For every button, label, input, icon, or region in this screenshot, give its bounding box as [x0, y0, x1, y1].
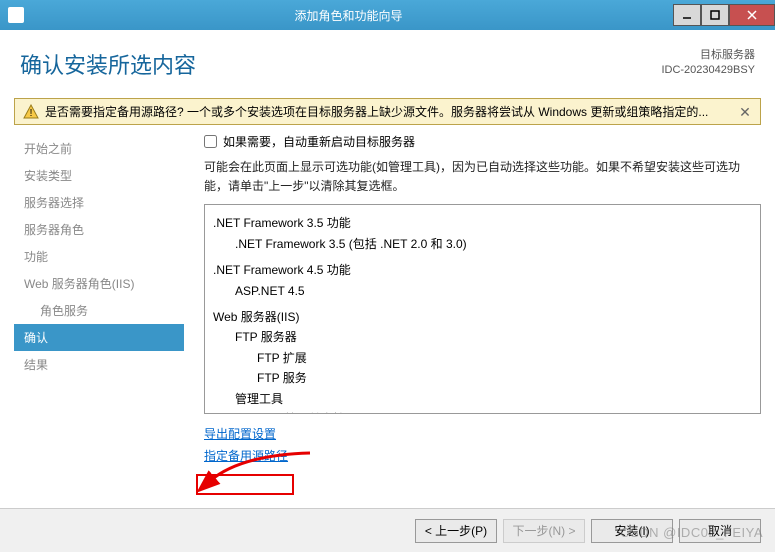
- feature-item: FTP 服务器: [213, 327, 752, 347]
- warning-bar: ! 是否需要指定备用源路径? 一个或多个安装选项在目标服务器上缺少源文件。服务器…: [14, 98, 761, 125]
- cancel-button[interactable]: 取消: [679, 519, 761, 543]
- minimize-button[interactable]: [673, 4, 701, 26]
- features-listbox[interactable]: .NET Framework 3.5 功能.NET Framework 3.5 …: [204, 204, 761, 414]
- sidebar-item[interactable]: Web 服务器角色(IIS): [14, 270, 184, 297]
- sidebar-item[interactable]: 功能: [14, 243, 184, 270]
- sidebar-item[interactable]: 角色服务: [14, 297, 184, 324]
- install-button[interactable]: 安装(I): [591, 519, 673, 543]
- feature-item: ASP.NET 4.5: [213, 281, 752, 301]
- sidebar-item[interactable]: 服务器选择: [14, 189, 184, 216]
- header: 确认安装所选内容 目标服务器 IDC-20230429BSY: [0, 30, 775, 88]
- links: 导出配置设置 指定备用源路径: [204, 424, 761, 467]
- feature-item: FTP 服务: [213, 368, 752, 388]
- restart-label: 如果需要，自动重新启动目标服务器: [223, 133, 415, 150]
- feature-item: FTP 扩展: [213, 348, 752, 368]
- sidebar-item[interactable]: 安装类型: [14, 162, 184, 189]
- export-config-link[interactable]: 导出配置设置: [204, 424, 761, 446]
- next-button: 下一步(N) >: [503, 519, 585, 543]
- feature-item: IIS 6 管理兼容性: [213, 409, 752, 414]
- feature-item: 管理工具: [213, 389, 752, 409]
- warning-icon: !: [23, 104, 39, 120]
- target-label: 目标服务器: [661, 48, 755, 63]
- feature-item: .NET Framework 3.5 功能: [213, 213, 752, 233]
- feature-item: .NET Framework 4.5 功能: [213, 260, 752, 280]
- target-server-info: 目标服务器 IDC-20230429BSY: [661, 48, 755, 79]
- description-text: 可能会在此页面上显示可选功能(如管理工具)，因为已自动选择这些功能。如果不希望安…: [204, 158, 761, 196]
- sidebar-item[interactable]: 结果: [14, 351, 184, 378]
- page-title: 确认安装所选内容: [20, 48, 196, 80]
- app-icon: [8, 7, 24, 23]
- warning-close-icon[interactable]: ✕: [738, 105, 752, 119]
- sidebar-item[interactable]: 服务器角色: [14, 216, 184, 243]
- alt-source-link[interactable]: 指定备用源路径: [204, 446, 761, 468]
- titlebar: 添加角色和功能向导: [0, 0, 775, 30]
- sidebar-item: 确认: [14, 324, 184, 351]
- close-button[interactable]: [729, 4, 775, 26]
- maximize-button[interactable]: [701, 4, 729, 26]
- restart-checkbox-row[interactable]: 如果需要，自动重新启动目标服务器: [204, 133, 761, 150]
- feature-item: Web 服务器(IIS): [213, 307, 752, 327]
- window-title: 添加角色和功能向导: [24, 7, 673, 24]
- footer: < 上一步(P) 下一步(N) > 安装(I) 取消: [0, 508, 775, 552]
- main-content: 如果需要，自动重新启动目标服务器 可能会在此页面上显示可选功能(如管理工具)，因…: [184, 133, 761, 513]
- warning-text: 是否需要指定备用源路径? 一个或多个安装选项在目标服务器上缺少源文件。服务器将尝…: [45, 103, 738, 120]
- target-server: IDC-20230429BSY: [661, 63, 755, 78]
- feature-item: .NET Framework 3.5 (包括 .NET 2.0 和 3.0): [213, 234, 752, 254]
- sidebar-item[interactable]: 开始之前: [14, 135, 184, 162]
- svg-text:!: !: [30, 108, 33, 119]
- sidebar: 开始之前安装类型服务器选择服务器角色功能Web 服务器角色(IIS)角色服务确认…: [14, 133, 184, 513]
- restart-checkbox[interactable]: [204, 135, 217, 148]
- window-buttons: [673, 4, 775, 26]
- prev-button[interactable]: < 上一步(P): [415, 519, 497, 543]
